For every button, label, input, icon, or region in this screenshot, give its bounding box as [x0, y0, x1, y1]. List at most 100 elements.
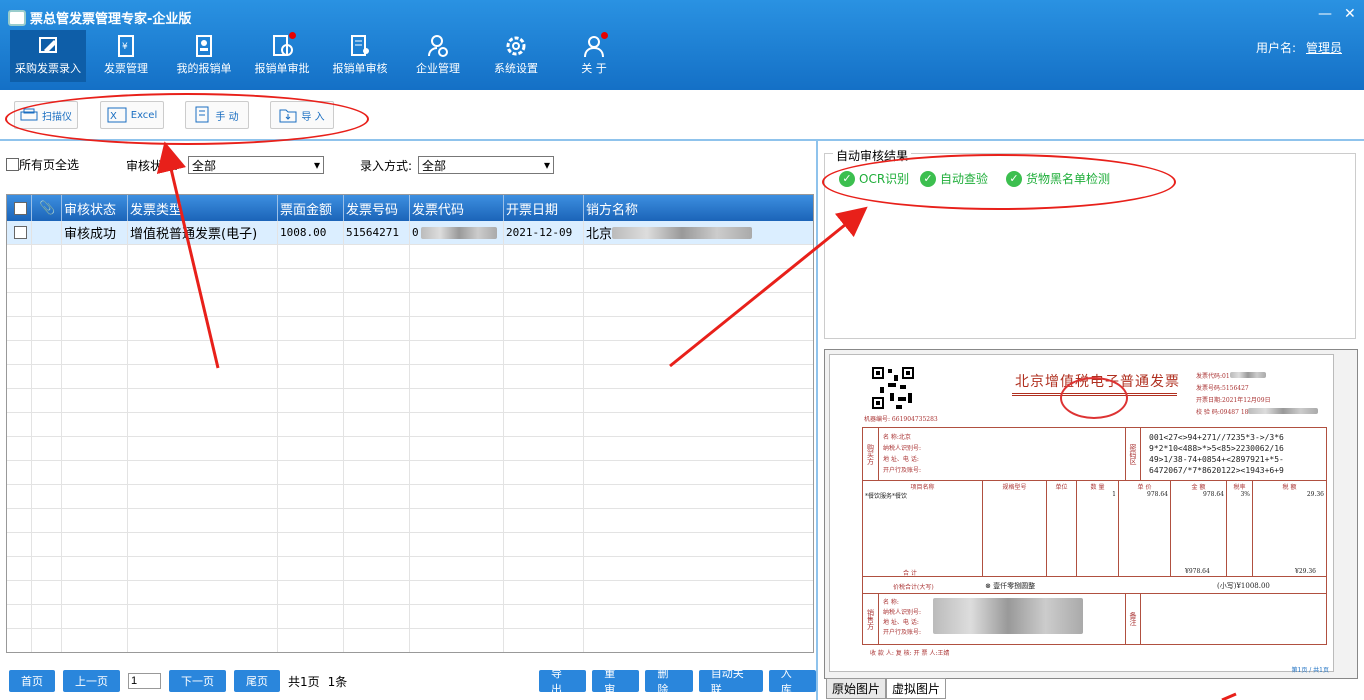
notification-badge	[289, 32, 296, 39]
grid-cell	[344, 293, 410, 316]
grid-cell	[344, 365, 410, 388]
manual-button[interactable]: 手 动	[185, 101, 249, 129]
nav-item-4[interactable]: 报销单审核	[322, 30, 398, 82]
grid-cell	[344, 269, 410, 292]
auto-link-button[interactable]: 自动关联	[698, 667, 763, 696]
col-invoice-number[interactable]: 发票号码	[344, 195, 410, 221]
col-amount[interactable]: 票面金额	[278, 195, 344, 221]
nav-item-6[interactable]: 系统设置	[478, 30, 554, 82]
pen-doc-icon	[39, 37, 57, 53]
grid-cell	[344, 341, 410, 364]
grid-cell	[344, 533, 410, 556]
reaudit-button[interactable]: 重 审	[592, 667, 640, 696]
seller-section-label: 销售方	[863, 594, 879, 644]
grid-cell	[7, 389, 32, 412]
user-name-link[interactable]: 管理员	[1306, 41, 1342, 55]
empty-row	[7, 245, 813, 269]
attachment-icon: 📎	[32, 195, 62, 221]
audit-status-filter: 审核状态: 全部 ▾	[126, 156, 325, 174]
empty-row	[7, 581, 813, 605]
col-audit-status[interactable]: 审核状态	[62, 195, 128, 221]
grid-cell	[62, 389, 128, 412]
total-rows: 1条	[327, 674, 348, 689]
last-page-button[interactable]: 尾页	[234, 670, 280, 692]
audit-status-select[interactable]: 全部 ▾	[188, 156, 325, 174]
table-row[interactable]: 审核成功 增值税普通发票(电子) 1008.00 51564271 0 2021…	[7, 221, 813, 245]
prev-page-button[interactable]: 上一页	[63, 670, 120, 692]
col-invoice-code[interactable]: 发票代码	[410, 195, 504, 221]
nav-item-0[interactable]: 采购发票录入	[10, 30, 86, 82]
seller-address: 地 址、电 话:	[883, 619, 919, 626]
cipher-text: 001<27<>94+271//7235*3->/3*6 9*2*10<488>*…	[1149, 432, 1284, 476]
grid-cell	[128, 557, 278, 580]
grid-cell	[62, 509, 128, 532]
grid-cell	[344, 317, 410, 340]
row-checkbox[interactable]	[13, 226, 27, 239]
select-all-label: 所有页全选	[19, 158, 80, 172]
nav-item-7[interactable]: 关 于	[556, 30, 632, 82]
empty-row	[7, 389, 813, 413]
grid-cell	[278, 245, 344, 268]
redacted-block	[612, 226, 753, 239]
close-button[interactable]: ✕	[1344, 6, 1356, 22]
gear-icon	[506, 36, 526, 56]
grid-cell	[128, 533, 278, 556]
export-button[interactable]: 导 出	[539, 667, 587, 696]
grid-cell	[584, 461, 813, 484]
item-header: 规格型号	[983, 480, 1047, 576]
invoice-date-line: 开票日期:2021年12月09日	[1196, 395, 1318, 407]
entry-method-select[interactable]: 全部 ▾	[418, 156, 555, 174]
grid-cell	[504, 485, 584, 508]
empty-row	[7, 629, 813, 652]
grid-cell	[584, 341, 813, 364]
grid-cell	[7, 557, 32, 580]
scanner-button[interactable]: 扫描仪	[14, 101, 78, 129]
invoice-date-value: 2021年12月09日	[1222, 397, 1271, 404]
app-title: 票总管发票管理专家-企业版	[8, 8, 191, 27]
nav-item-1[interactable]: ¥ 发票管理	[88, 30, 164, 82]
sum-words-text: 壹仟零捌圆整	[993, 582, 1036, 590]
empty-row	[7, 485, 813, 509]
select-all-pages[interactable]: 所有页全选	[6, 156, 79, 173]
excel-button[interactable]: X Excel	[100, 101, 164, 129]
page-number-input[interactable]	[128, 673, 161, 689]
empty-row	[7, 533, 813, 557]
chevron-down-icon: ▾	[544, 158, 551, 172]
first-page-button[interactable]: 首页	[9, 670, 55, 692]
total-pages: 共1页	[288, 674, 320, 689]
import-button[interactable]: 导 入	[270, 101, 334, 129]
grid-cell	[278, 365, 344, 388]
delete-button[interactable]: 删 除	[645, 667, 693, 696]
grid-cell	[7, 437, 32, 460]
col-issue-date[interactable]: 开票日期	[504, 195, 584, 221]
grid-cell	[504, 629, 584, 652]
check-blacklist: ✓ 货物黑名单检测	[1006, 170, 1110, 187]
nav-item-5[interactable]: 企业管理	[400, 30, 476, 82]
empty-row	[7, 509, 813, 533]
tab-virtual-image[interactable]: 虚拟图片	[886, 678, 947, 699]
header-checkbox[interactable]	[13, 201, 27, 215]
store-button[interactable]: 入 库	[768, 667, 817, 696]
minimize-button[interactable]: —	[1318, 6, 1332, 22]
grid-cell	[62, 461, 128, 484]
nav-item-2[interactable]: 我的报销单	[166, 30, 242, 82]
grid-cell	[504, 605, 584, 628]
empty-row	[7, 437, 813, 461]
grid-cell	[344, 389, 410, 412]
grid-cell	[32, 365, 62, 388]
col-invoice-type[interactable]: 发票类型	[128, 195, 278, 221]
next-page-button[interactable]: 下一页	[169, 670, 226, 692]
cipher-line: 6472067/*7*8620122><1943+6+9	[1149, 466, 1284, 475]
grid-cell	[128, 437, 278, 460]
nav-item-3[interactable]: 报销单审批	[244, 30, 320, 82]
col-seller-name[interactable]: 销方名称	[584, 195, 813, 221]
scanner-label: 扫描仪	[42, 111, 72, 123]
grid-cell	[278, 413, 344, 436]
select-all-checkbox[interactable]	[6, 158, 19, 171]
item-header: 数 量	[1090, 484, 1105, 491]
nav-item-label: 采购发票录入	[15, 62, 81, 75]
tab-original-image[interactable]: 原始图片	[826, 678, 887, 699]
redacted-block	[1229, 372, 1266, 378]
grid-cell	[32, 581, 62, 604]
sum-small: (小写)¥1008.00	[1217, 582, 1270, 590]
